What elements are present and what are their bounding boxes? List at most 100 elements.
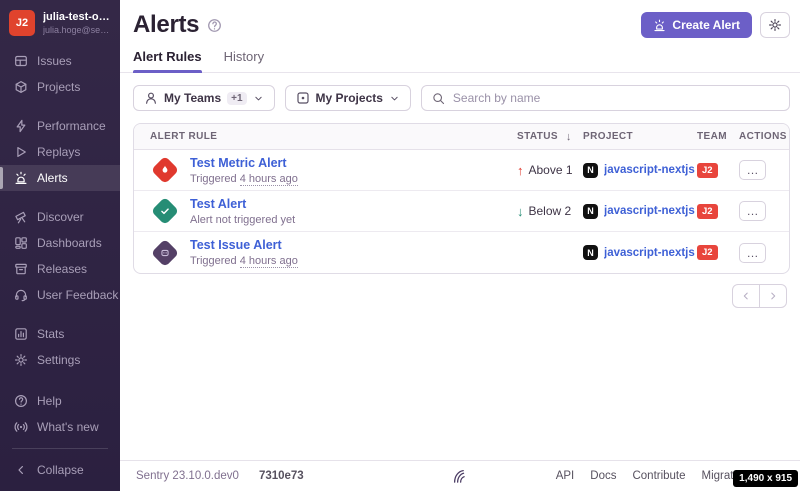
status-label: Above 1 (529, 163, 573, 177)
alerts-icon (14, 171, 28, 185)
footer: Sentry 23.10.0.dev0 7310e73 API Docs Contr… (120, 460, 800, 491)
alert-rule-row: Test Metric Alert Triggered 4 hours ago ↑A… (134, 150, 789, 191)
chevron-down-icon (389, 93, 400, 104)
status-cell: ↓Below 2 (517, 204, 583, 218)
app-window: J2 julia-test-org-2 … julia.hoge@sentry.… (0, 0, 800, 491)
project-link[interactable]: javascript-nextjs (604, 164, 695, 176)
team-badge[interactable]: J2 (697, 163, 718, 178)
sidebar-item-issues[interactable]: Issues (0, 48, 120, 74)
sidebar-item-dashboards[interactable]: Dashboards (0, 230, 120, 256)
trigger-time[interactable]: 4 hours ago (240, 173, 298, 186)
sentry-logo-icon[interactable] (453, 469, 468, 484)
sidebar-item-label: Help (37, 394, 62, 408)
chevron-down-icon (253, 93, 264, 104)
table-body: Test Metric Alert Triggered 4 hours ago ↑A… (134, 150, 789, 273)
sidebar-item-label: Settings (37, 353, 80, 367)
viewport-size-badge: 1,490 x 915 (733, 470, 798, 487)
row-actions-button[interactable]: … (739, 201, 766, 221)
sidebar-item-label: Stats (37, 327, 64, 341)
tab-history[interactable]: History (224, 49, 264, 72)
my-teams-filter-button[interactable]: My Teams +1 (133, 85, 275, 111)
team-badge[interactable]: J2 (697, 245, 718, 260)
project-link[interactable]: javascript-nextjs (604, 247, 695, 259)
releases-icon (14, 262, 28, 276)
next-page-button[interactable] (759, 284, 787, 308)
sidebar-item-label: Alerts (37, 171, 68, 185)
chevron-right-icon (767, 290, 779, 302)
footer-version: Sentry 23.10.0.dev0 (136, 470, 239, 482)
projects-icon (14, 80, 28, 94)
whats-new-icon (14, 420, 28, 434)
issue-alert-icon (151, 239, 179, 267)
nav-group: Stats Settings (0, 321, 120, 373)
nav-group: Discover Dashboards Releases User Feedback (0, 204, 120, 308)
sidebar-collapse-button[interactable]: Collapse (0, 457, 120, 483)
teams-extra-badge: +1 (227, 92, 246, 105)
sidebar-item-user-feedback[interactable]: User Feedback (0, 282, 120, 308)
status-cell: ↑Above 1 (517, 163, 583, 177)
tab-alert-rules[interactable]: Alert Rules (133, 49, 202, 72)
performance-icon (14, 119, 28, 133)
user-feedback-icon (14, 288, 28, 302)
project-icon (296, 91, 310, 105)
team-badge[interactable]: J2 (697, 204, 718, 219)
sidebar-item-replays[interactable]: Replays (0, 139, 120, 165)
create-alert-button[interactable]: Create Alert (641, 12, 752, 38)
alert-rule-link[interactable]: Test Metric Alert (190, 156, 298, 170)
project-link[interactable]: javascript-nextjs (604, 205, 695, 217)
replays-icon (14, 145, 28, 159)
sidebar-item-label: Performance (37, 119, 106, 133)
alert-rule-subtext: Triggered 4 hours ago (190, 173, 298, 185)
sidebar-item-label: Releases (37, 262, 87, 276)
my-projects-filter-button[interactable]: My Projects (285, 85, 411, 111)
nextjs-platform-icon: N (583, 163, 598, 178)
collapse-icon (14, 463, 28, 477)
resolved-alert-icon (151, 197, 179, 225)
sidebar-item-discover[interactable]: Discover (0, 204, 120, 230)
alert-rules-table: Alert Rule Status↓ Project Team Actions (133, 123, 790, 274)
footer-link-contribute[interactable]: Contribute (632, 470, 685, 482)
project-cell: Njavascript-nextjs (583, 163, 697, 178)
sidebar-item-label: Dashboards (37, 236, 102, 250)
row-actions-button[interactable]: … (739, 243, 766, 263)
sidebar-item-alerts[interactable]: Alerts (0, 165, 120, 191)
sidebar-divider (12, 448, 108, 449)
column-alert-rule: Alert Rule (150, 131, 517, 142)
sidebar-item-projects[interactable]: Projects (0, 74, 120, 100)
column-status[interactable]: Status↓ (517, 131, 583, 143)
alert-rule-link[interactable]: Test Issue Alert (190, 238, 298, 252)
alerts-settings-button[interactable] (760, 12, 790, 38)
tabs: Alert Rules History (133, 49, 790, 72)
sidebar-item-label: What's new (37, 420, 99, 434)
sidebar-item-releases[interactable]: Releases (0, 256, 120, 282)
org-switcher[interactable]: J2 julia-test-org-2 … julia.hoge@sentry.… (0, 10, 120, 36)
search-input[interactable] (453, 91, 779, 105)
collapse-label: Collapse (37, 463, 84, 477)
alert-rule-row: Test Issue AlertTriggered 4 hours agoNja… (134, 232, 789, 273)
help-circle-icon[interactable] (207, 18, 222, 33)
footer-build-hash[interactable]: 7310e73 (259, 470, 304, 482)
sidebar-item-help[interactable]: Help (0, 388, 120, 414)
user-icon (144, 91, 158, 105)
stats-icon (14, 327, 28, 341)
sidebar-item-stats[interactable]: Stats (0, 321, 120, 347)
page-body: My Teams +1 My Projects Alert Rul (120, 73, 800, 460)
gear-icon (768, 18, 782, 32)
alert-rule-link[interactable]: Test Alert (190, 197, 295, 211)
footer-link-docs[interactable]: Docs (590, 470, 616, 482)
search-icon (432, 92, 445, 105)
sidebar-item-what-s-new[interactable]: What's new (0, 414, 120, 440)
sidebar-item-settings[interactable]: Settings (0, 347, 120, 373)
nextjs-platform-icon: N (583, 204, 598, 219)
metric-alert-icon (151, 156, 179, 184)
previous-page-button[interactable] (732, 284, 760, 308)
dashboards-icon (14, 236, 28, 250)
footer-link-api[interactable]: API (556, 470, 575, 482)
alert-rule-subtext: Alert not triggered yet (190, 214, 295, 226)
discover-icon (14, 210, 28, 224)
trigger-time[interactable]: 4 hours ago (240, 255, 298, 268)
sidebar-item-performance[interactable]: Performance (0, 113, 120, 139)
row-actions-button[interactable]: … (739, 160, 766, 180)
column-project: Project (583, 131, 697, 142)
sidebar-bottom-nav: Help What's new (0, 388, 120, 440)
